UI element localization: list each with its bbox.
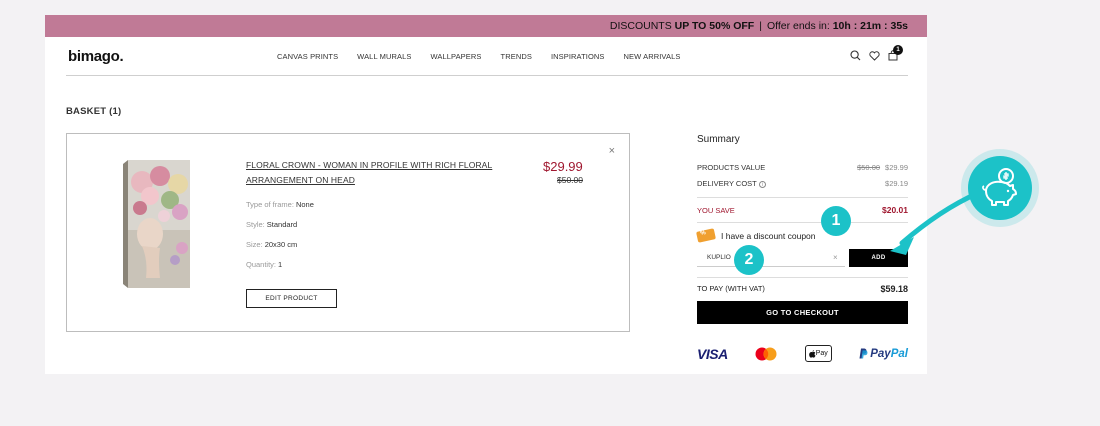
spec-value: None (295, 200, 314, 209)
spec-label: Size: (246, 240, 263, 249)
product-title-link[interactable]: FLORAL CROWN - WOMAN IN PROFILE WITH RIC… (246, 158, 506, 188)
spec-label: Quantity: (246, 260, 277, 269)
delivery-cost-label: DELIVERY COST (697, 178, 757, 188)
paypal-logo: PayPal (859, 348, 908, 360)
mastercard-logo (755, 347, 777, 360)
spec-value: Standard (266, 220, 298, 229)
spec-style: Style: Standard (246, 220, 297, 229)
divider (697, 197, 908, 198)
info-icon[interactable]: i (758, 180, 766, 188)
products-value-row: PRODUCTS VALUE $50.00 $29.99 (697, 159, 908, 175)
promo-separator: | (759, 20, 762, 32)
divider (697, 222, 908, 223)
spec-frame: Type of frame: None (246, 200, 314, 209)
coupon-code-input[interactable] (697, 249, 845, 267)
spec-value: 20x30 cm (264, 240, 298, 249)
product-price: $29.99 (543, 159, 583, 174)
edit-product-button[interactable]: EDIT PRODUCT (246, 289, 337, 308)
main-nav: CANVAS PRINTS WALL MURALS WALLPAPERS TRE… (277, 52, 680, 61)
nav-wallpapers[interactable]: WALLPAPERS (430, 52, 481, 61)
logo[interactable]: bimago. (68, 48, 124, 65)
offer-label: Offer ends in: (766, 20, 830, 32)
nav-trends[interactable]: TRENDS (501, 52, 532, 61)
apple-icon (808, 349, 816, 358)
search-icon[interactable] (850, 50, 861, 61)
nav-canvas-prints[interactable]: CANVAS PRINTS (277, 52, 338, 61)
promo-bar: DISCOUNTS UP TO 50% OFF | Offer ends in:… (45, 15, 927, 37)
divider (697, 277, 908, 278)
you-save-label: YOU SAVE (697, 205, 735, 215)
countdown: 10h : 21m : 35s (832, 20, 908, 32)
paypal-icon (859, 348, 868, 359)
product-thumbnail[interactable] (120, 160, 190, 288)
visa-logo: VISA (697, 345, 728, 362)
products-old-value: $50.00 (857, 162, 881, 172)
annotation-marker-1: 1 (821, 206, 851, 236)
page: DISCOUNTS UP TO 50% OFF | Offer ends in:… (45, 15, 927, 374)
delivery-cost-row: DELIVERY COST i $29.19 (697, 175, 908, 191)
products-value-label: PRODUCTS VALUE (697, 162, 766, 172)
piggy-circle (968, 156, 1032, 220)
promo-highlight: UP TO 50% OFF (674, 20, 755, 32)
spec-value: 1 (278, 260, 283, 269)
piggy-bank-icon (982, 168, 1017, 206)
to-pay-label: TO PAY (WITH VAT) (697, 284, 765, 293)
header-icons: 1 (850, 45, 903, 61)
discount-coupon-toggle[interactable]: I have a discount coupon (696, 228, 816, 243)
clear-coupon-icon[interactable]: × (833, 253, 838, 262)
coupon-tag-icon (696, 228, 716, 243)
go-to-checkout-button[interactable]: GO TO CHECKOUT (697, 301, 908, 324)
piggy-bank-badge (961, 149, 1039, 227)
cart-count-badge: 1 (893, 45, 903, 55)
remove-item-icon[interactable]: × (609, 145, 615, 157)
apple-pay-text: Pay (815, 350, 828, 357)
cart-button[interactable]: 1 (888, 45, 903, 61)
nav-new-arrivals[interactable]: NEW ARRIVALS (624, 52, 681, 61)
heart-icon[interactable] (869, 50, 880, 61)
payment-methods: VISA Pay PayPal (697, 345, 908, 362)
apple-pay-logo: Pay (804, 345, 832, 362)
spec-size: Size: 20x30 cm (246, 240, 297, 249)
annotation-marker-2: 2 (734, 245, 764, 275)
to-pay-row: TO PAY (WITH VAT) $59.18 (697, 284, 908, 294)
summary-title: Summary (697, 134, 740, 145)
you-save-row: YOU SAVE $20.01 (697, 202, 908, 218)
to-pay-value: $59.18 (880, 284, 908, 294)
promo-prefix: DISCOUNTS (609, 20, 672, 32)
products-value: $29.99 (885, 162, 908, 172)
site-header: bimago. CANVAS PRINTS WALL MURALS WALLPA… (66, 37, 908, 76)
spec-quantity: Quantity: 1 (246, 260, 282, 269)
nav-inspirations[interactable]: INSPIRATIONS (551, 52, 605, 61)
spec-label: Type of frame: (246, 200, 294, 209)
spec-label: Style: (246, 220, 265, 229)
paypal-text-b: Pal (890, 347, 908, 360)
basket-item: × FLORAL CROWN - WOMAN IN PROFILE WITH R… (66, 133, 630, 332)
paypal-text-a: Pay (870, 347, 891, 360)
basket-title: BASKET (1) (66, 106, 122, 117)
order-summary: Summary PRODUCTS VALUE $50.00 $29.99 DELI… (697, 134, 908, 223)
product-old-price: $50.00 (557, 175, 583, 185)
coupon-label: I have a discount coupon (721, 230, 816, 241)
nav-wall-murals[interactable]: WALL MURALS (357, 52, 411, 61)
